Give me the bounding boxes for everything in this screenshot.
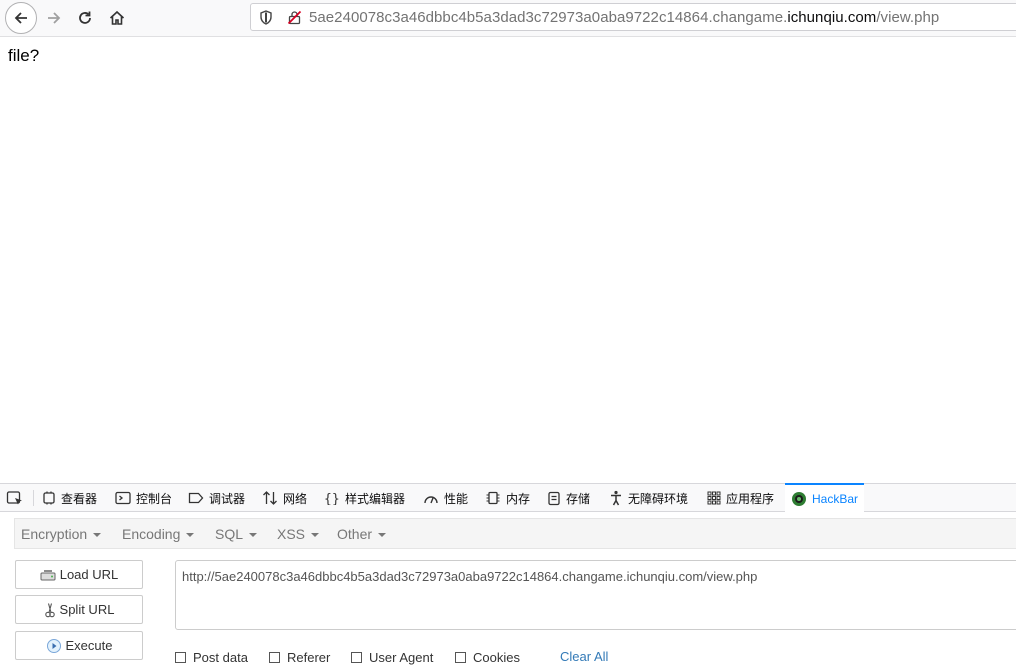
user-agent-option[interactable]: User Agent: [351, 649, 433, 665]
load-url-icon: [40, 569, 56, 580]
inspector-icon: [43, 491, 55, 505]
address-bar[interactable]: 5ae240078c3a46dbbc4b5a3dad3c72973a0aba97…: [250, 3, 1016, 31]
tab-debugger[interactable]: 调试器: [188, 484, 245, 512]
tab-label: 内存: [506, 491, 531, 506]
hackbar-menubar: Encryption Encoding SQL XSS Other: [14, 518, 1016, 549]
caret-down-icon: [378, 533, 387, 538]
pick-element-icon: [6, 491, 22, 505]
referer-checkbox[interactable]: [269, 651, 280, 663]
tab-storage[interactable]: 存储: [547, 484, 590, 512]
application-icon: [707, 491, 721, 505]
url-textarea[interactable]: http://5ae240078c3a46dbbc4b5a3dad3c72973…: [175, 560, 1016, 630]
page-body-text: file?: [8, 46, 40, 65]
clear-all-link[interactable]: Clear All: [560, 649, 608, 664]
caret-down-icon: [93, 533, 102, 538]
network-icon: [263, 491, 277, 505]
console-icon: [115, 491, 131, 505]
tab-network[interactable]: 网络: [262, 484, 307, 512]
menu-label: XSS: [277, 526, 306, 542]
devtools-tabbar: 查看器 控制台 调试器 网络 {} 样式编辑器 性能 内存 存储 无障碍环境 应…: [0, 483, 1016, 513]
tab-style-editor[interactable]: {} 样式编辑器: [324, 484, 405, 512]
scissors-icon: [44, 602, 55, 617]
option-label: Cookies: [473, 649, 520, 665]
load-url-button[interactable]: Load URL: [15, 560, 143, 589]
browser-toolbar: 5ae240078c3a46dbbc4b5a3dad3c72973a0aba97…: [0, 0, 1016, 37]
svg-text:{}: {}: [324, 492, 340, 505]
back-button[interactable]: [5, 2, 37, 34]
tab-label: 存储: [566, 491, 591, 506]
toolbar-divider: [33, 490, 34, 506]
tab-memory[interactable]: 内存: [485, 484, 530, 512]
caret-down-icon: [186, 533, 195, 538]
post-data-checkbox[interactable]: [175, 651, 186, 663]
option-label: Post data: [193, 649, 248, 665]
button-label: Split URL: [59, 602, 115, 617]
reload-icon: [79, 11, 91, 24]
menu-encoding[interactable]: Encoding: [122, 526, 195, 542]
tab-inspector[interactable]: 查看器: [42, 484, 97, 512]
menu-label: Encryption: [21, 526, 88, 542]
button-label: Execute: [65, 638, 113, 653]
forward-button[interactable]: [40, 4, 68, 32]
tab-label: HackBar: [812, 492, 859, 506]
menu-encryption[interactable]: Encryption: [21, 526, 102, 542]
button-label: Load URL: [59, 567, 119, 582]
shield-icon[interactable]: [259, 10, 273, 25]
arrow-right-icon: [48, 12, 61, 24]
cookies-checkbox[interactable]: [455, 651, 466, 663]
tab-label: 控制台: [136, 491, 173, 506]
option-label: Referer: [287, 649, 331, 665]
play-icon: [46, 638, 61, 653]
tab-label: 无障碍环境: [628, 491, 689, 506]
menu-sql[interactable]: SQL: [215, 526, 258, 542]
accessibility-icon: [611, 490, 621, 506]
storage-icon: [548, 491, 560, 505]
caret-down-icon: [249, 533, 258, 538]
tab-accessibility[interactable]: 无障碍环境: [609, 484, 688, 512]
url-domain: ichunqiu.com: [787, 9, 877, 26]
execute-button[interactable]: Execute: [15, 631, 143, 660]
tab-label: 应用程序: [726, 491, 775, 506]
page-content: file?: [0, 37, 1016, 483]
tab-label: 样式编辑器: [345, 491, 406, 506]
user-agent-checkbox[interactable]: [351, 651, 362, 663]
tab-console[interactable]: 控制台: [115, 484, 172, 512]
menu-xss[interactable]: XSS: [277, 526, 320, 542]
split-url-button[interactable]: Split URL: [15, 595, 143, 624]
home-button[interactable]: [103, 4, 131, 32]
menu-other[interactable]: Other: [337, 526, 387, 542]
pick-element-button[interactable]: [6, 484, 29, 512]
cookies-option[interactable]: Cookies: [455, 649, 520, 665]
tab-performance[interactable]: 性能: [423, 484, 468, 512]
tab-label: 查看器: [61, 491, 98, 506]
hackbar-panel: Encryption Encoding SQL XSS Other Load U…: [0, 512, 1016, 665]
tab-label: 性能: [444, 491, 469, 506]
menu-label: Other: [337, 526, 373, 542]
url-prefix: 5ae240078c3a46dbbc4b5a3dad3c72973a0aba97…: [309, 9, 788, 26]
caret-down-icon: [311, 533, 320, 538]
insecure-lock-icon[interactable]: [287, 10, 302, 25]
tab-hackbar[interactable]: HackBar: [785, 483, 865, 513]
arrow-left-icon: [14, 12, 27, 24]
menu-label: SQL: [215, 526, 244, 542]
performance-icon: [424, 496, 438, 504]
url-path: /view.php: [876, 9, 940, 26]
menu-label: Encoding: [122, 526, 181, 542]
memory-icon: [486, 491, 500, 505]
url-text: 5ae240078c3a46dbbc4b5a3dad3c72973a0aba97…: [309, 9, 939, 26]
hackbar-icon: [792, 492, 806, 506]
referer-option[interactable]: Referer: [269, 649, 330, 665]
tab-label: 网络: [283, 491, 308, 506]
option-label: User Agent: [369, 649, 434, 665]
reload-button[interactable]: [71, 4, 99, 32]
tab-application[interactable]: 应用程序: [707, 484, 774, 512]
tab-label: 调试器: [209, 491, 246, 506]
style-editor-icon: {}: [324, 492, 340, 505]
home-icon: [109, 10, 125, 25]
post-data-option[interactable]: Post data: [175, 649, 248, 665]
debugger-icon: [188, 492, 204, 504]
